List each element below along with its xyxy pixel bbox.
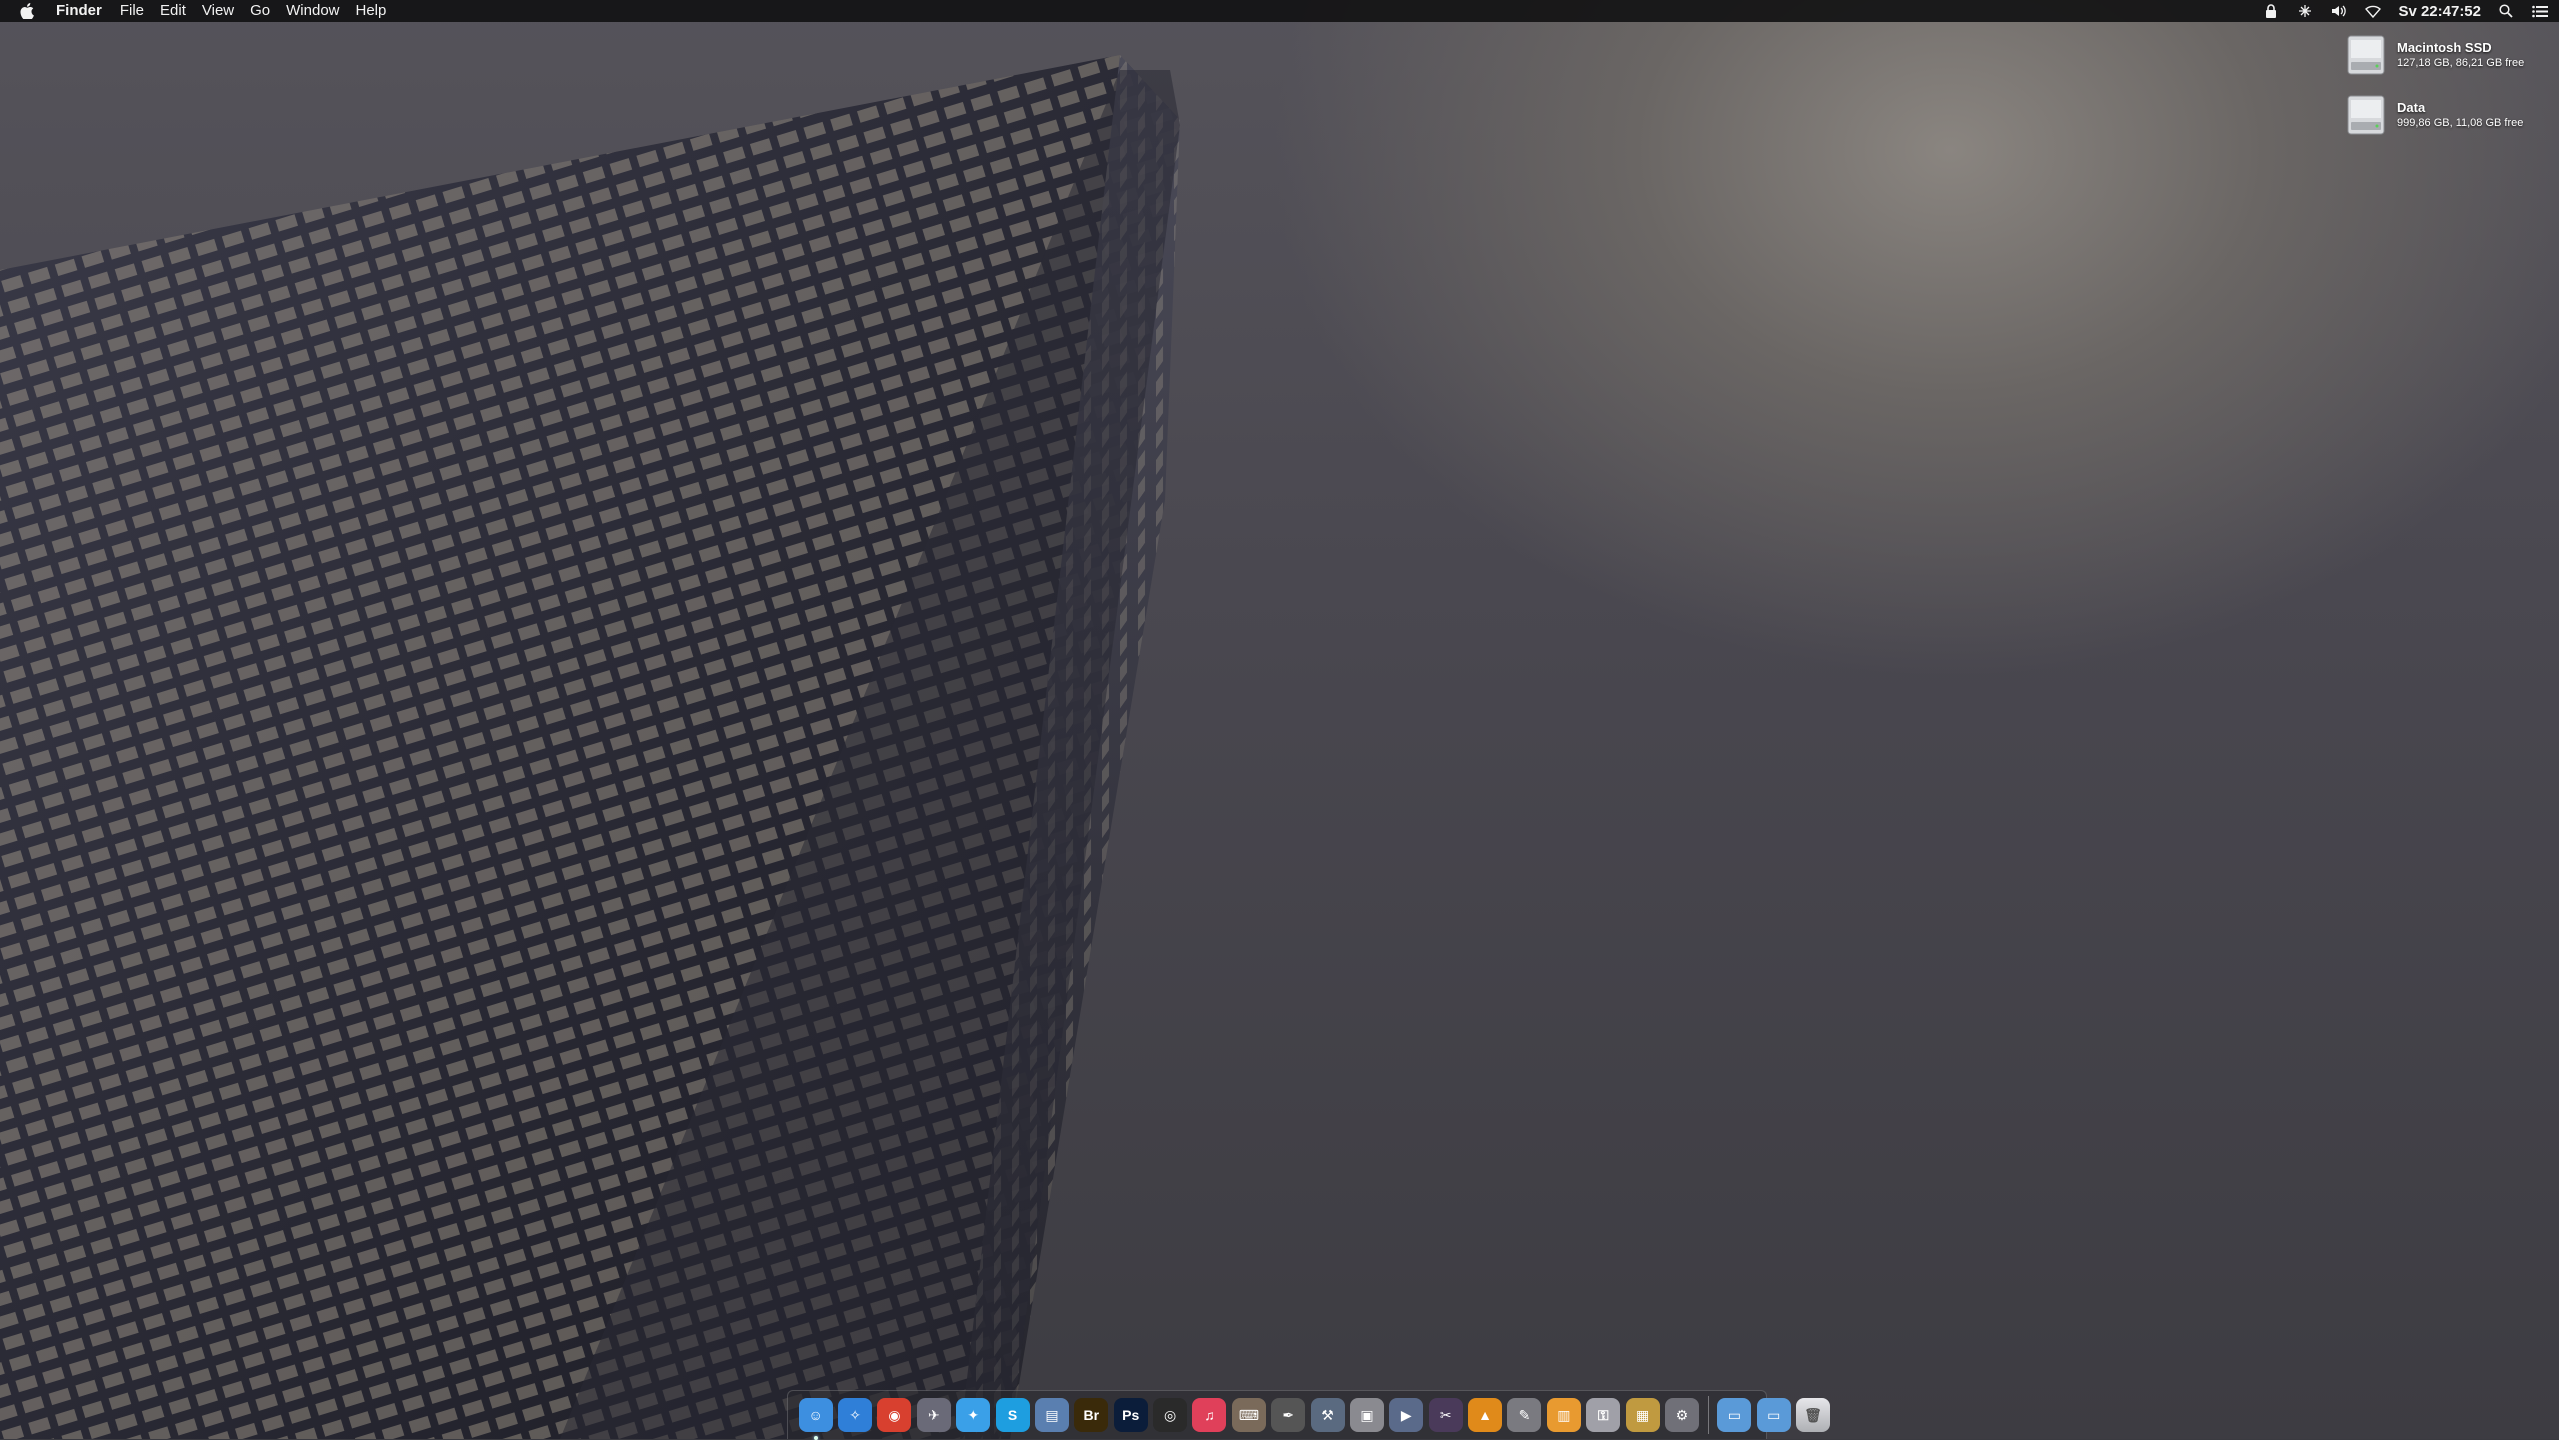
wifi-icon[interactable] xyxy=(2364,2,2382,20)
dock-itunes-icon[interactable]: ♫ xyxy=(1192,1398,1227,1432)
dock-vlc-icon[interactable]: ▲ xyxy=(1468,1398,1503,1432)
dock-skype-icon[interactable]: S xyxy=(995,1398,1030,1432)
disk-info: 127,18 GB, 86,21 GB free xyxy=(2397,57,2525,69)
dock-system-info-icon[interactable]: ▣ xyxy=(1349,1398,1384,1432)
desktop-disk-data[interactable]: Data 999,86 GB, 11,08 GB free xyxy=(2345,92,2545,144)
dock-ibooks-icon[interactable]: ▥ xyxy=(1546,1398,1581,1432)
dock-separator xyxy=(1707,1396,1709,1434)
dock-xcode-icon[interactable]: ⚒ xyxy=(1310,1398,1345,1432)
menu-edit[interactable]: Edit xyxy=(160,0,186,22)
menu-bar: Finder File Edit View Go Window Help Sv … xyxy=(0,0,2559,22)
dock-preview-icon[interactable]: ▤ xyxy=(1034,1398,1069,1432)
dock-final-cut-icon[interactable]: ✂ xyxy=(1428,1398,1463,1432)
dock-keychain-icon[interactable]: ⚿ xyxy=(1586,1398,1621,1432)
hard-drive-icon xyxy=(2347,35,2385,75)
desktop-disk-macintosh-ssd[interactable]: Macintosh SSD 127,18 GB, 86,21 GB free xyxy=(2345,32,2545,84)
menu-file[interactable]: File xyxy=(120,0,144,22)
dock-safari-icon[interactable]: ✧ xyxy=(838,1398,873,1432)
hard-drive-icon xyxy=(2347,95,2385,135)
dock-photoshop-icon[interactable]: Ps xyxy=(1113,1398,1148,1432)
dock-system-preferences-icon[interactable]: ⚙ xyxy=(1664,1398,1699,1432)
apple-icon[interactable] xyxy=(16,0,38,22)
menu-finder[interactable]: Finder xyxy=(56,0,102,22)
menu-help[interactable]: Help xyxy=(356,0,387,22)
spotlight-icon[interactable] xyxy=(2497,2,2515,20)
dock-applications-folder[interactable]: ▭ xyxy=(1717,1398,1752,1432)
dock-keyboard-maestro-icon[interactable]: ⌨ xyxy=(1231,1398,1266,1432)
dock-script-editor-icon[interactable]: ✎ xyxy=(1507,1398,1542,1432)
dock: ☺ ✧ ◉ ✈ ✦ S ▤ Br Ps ◎ ♫ ⌨ ✒ ⚒ ▣ ▶ ✂ ▲ ✎ ▥ ⚿ ▦ ⚙ ▭ ▭ 🗑 xyxy=(787,1390,1831,1440)
menu-window[interactable]: Window xyxy=(286,0,339,22)
disk-info: 999,86 GB, 11,08 GB free xyxy=(2397,117,2524,129)
running-indicator xyxy=(813,1436,818,1440)
disk-name: Macintosh SSD xyxy=(2397,40,2492,55)
desktop xyxy=(0,0,2559,1439)
status-area: Sv 22:47:52 xyxy=(2262,0,2549,22)
dock-finder-icon[interactable]: ☺ xyxy=(798,1398,833,1440)
menu-clock[interactable]: Sv 22:47:52 xyxy=(2398,3,2481,20)
lock-icon[interactable] xyxy=(2262,2,2280,20)
dock-tweetbot-icon[interactable]: ✈ xyxy=(916,1398,951,1432)
menu-go[interactable]: Go xyxy=(250,0,270,22)
dock-downloads-folder[interactable]: ▭ xyxy=(1756,1398,1791,1432)
dock-aperture-icon[interactable]: ◎ xyxy=(1153,1398,1188,1432)
menu-view[interactable]: View xyxy=(202,0,234,22)
wallpaper-skyscraper xyxy=(0,55,1180,1439)
notification-center-icon[interactable] xyxy=(2531,2,2549,20)
network-icon[interactable] xyxy=(2296,2,2314,20)
disk-name: Data xyxy=(2397,100,2426,115)
dock-imovie-icon[interactable]: ▶ xyxy=(1389,1398,1424,1432)
dock-chrome-icon[interactable]: ◉ xyxy=(877,1398,912,1432)
volume-icon[interactable] xyxy=(2330,2,2348,20)
dock-twitter-icon[interactable]: ✦ xyxy=(956,1398,991,1432)
dock-trash-icon[interactable]: 🗑 xyxy=(1796,1398,1831,1432)
dock-archive-utility-icon[interactable]: ▦ xyxy=(1625,1398,1660,1432)
dock-utility-icon[interactable]: ✒ xyxy=(1271,1398,1306,1432)
dock-bridge-icon[interactable]: Br xyxy=(1074,1398,1109,1432)
